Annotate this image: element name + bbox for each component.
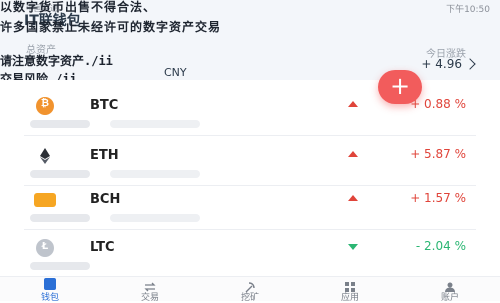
nav-label: 账户	[440, 293, 459, 303]
asset-change: - 2.04 %	[415, 239, 466, 253]
nav-apps[interactable]: 应用	[320, 277, 380, 303]
banner-line-3: 请注意数字资产./ii	[0, 54, 113, 68]
bottom-nav: 钱包 交易 挖矿 应用 账户	[0, 276, 500, 303]
arrow-up-icon	[348, 101, 358, 107]
asset-value-placeholder	[110, 214, 200, 222]
currency-label: CNY	[164, 66, 187, 79]
today-change-value[interactable]: + 4.96	[421, 57, 462, 71]
asset-row-btc[interactable]: BTC + 0.88 %	[0, 90, 500, 136]
asset-symbol: BCH	[90, 192, 121, 207]
asset-balance-placeholder	[30, 120, 90, 128]
asset-balance-placeholder	[30, 262, 90, 270]
row-divider	[24, 229, 476, 230]
wallet-header: 中国联通 下午10:50 以数字货币出售不得合法、 IT联钱包 许多国家禁止未经…	[0, 0, 500, 80]
nav-label: 挖矿	[240, 293, 259, 303]
nav-label: 交易	[140, 293, 159, 303]
asset-change: + 1.57 %	[410, 191, 466, 205]
swap-icon	[144, 278, 156, 292]
pickaxe-icon	[244, 278, 256, 293]
nav-mining[interactable]: 挖矿	[220, 277, 280, 303]
nav-account[interactable]: 账户	[420, 277, 480, 303]
ltc-icon	[36, 239, 54, 257]
bch-icon	[34, 193, 56, 207]
nav-wallet[interactable]: 钱包	[20, 277, 80, 303]
asset-balance-placeholder	[30, 170, 90, 178]
btc-icon	[36, 97, 54, 115]
nav-label: 钱包	[40, 293, 59, 303]
asset-symbol: ETH	[90, 148, 119, 163]
asset-row-bch[interactable]: BCH + 1.57 %	[0, 184, 500, 230]
nav-trade[interactable]: 交易	[120, 277, 180, 303]
eth-icon	[36, 147, 54, 165]
wallet-icon	[44, 278, 56, 290]
account-icon	[444, 278, 456, 292]
status-time: 下午10:50	[446, 5, 490, 15]
chevron-right-icon[interactable]	[464, 58, 476, 70]
asset-value-placeholder	[110, 120, 200, 128]
row-divider	[24, 135, 476, 136]
asset-change: + 5.87 %	[410, 147, 466, 161]
apps-icon	[344, 278, 356, 292]
nav-label: 应用	[340, 293, 359, 303]
arrow-up-icon	[348, 195, 358, 201]
arrow-down-icon	[348, 244, 358, 250]
asset-row-eth[interactable]: ETH + 5.87 %	[0, 140, 500, 186]
banner-line-2: 许多国家禁止未经许可的数字资产交易	[0, 20, 222, 34]
asset-change: + 0.88 %	[410, 97, 466, 111]
asset-balance-placeholder	[30, 214, 90, 222]
asset-row-ltc[interactable]: LTC - 2.04 %	[0, 232, 500, 278]
asset-symbol: LTC	[90, 240, 115, 255]
asset-symbol: BTC	[90, 98, 119, 113]
banner-line-4: 交易风险./ii	[0, 72, 77, 80]
asset-value-placeholder	[110, 170, 200, 178]
arrow-up-icon	[348, 151, 358, 157]
